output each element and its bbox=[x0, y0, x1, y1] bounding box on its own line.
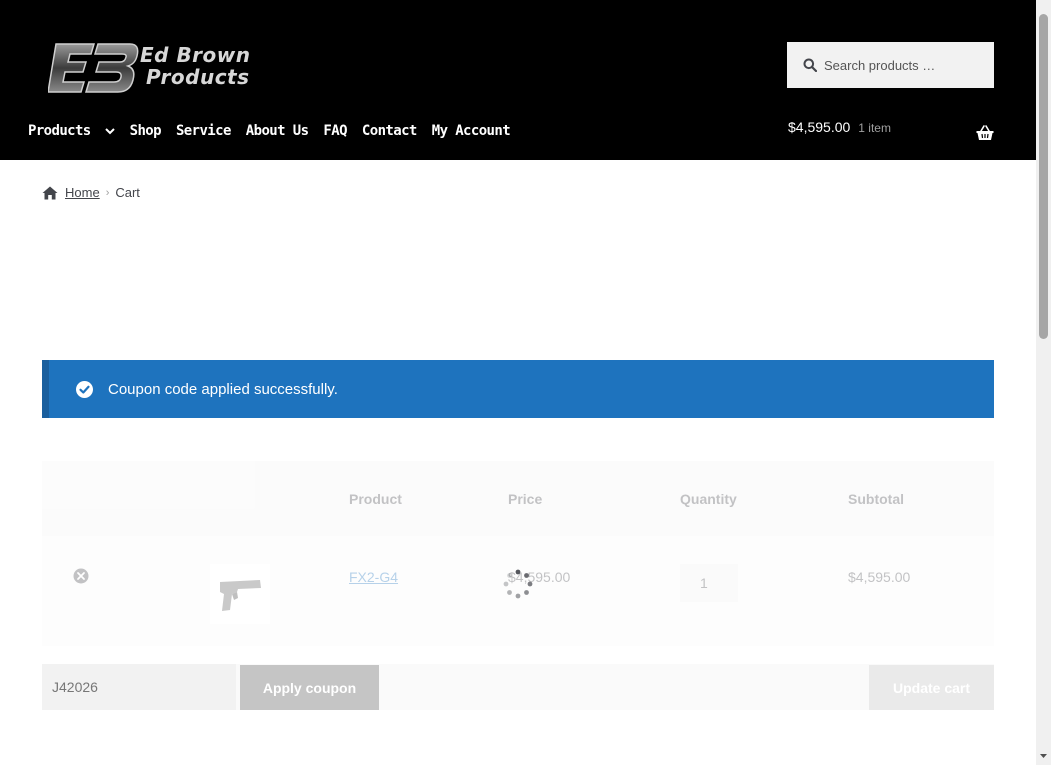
home-icon bbox=[42, 186, 58, 199]
nav-item-contact[interactable]: Contact bbox=[362, 123, 417, 139]
cart-table: Product Price Quantity Subtotal FX2-G4 $… bbox=[42, 461, 994, 646]
scroll-down-icon[interactable] bbox=[1039, 751, 1048, 760]
nav-item-faq[interactable]: FAQ bbox=[323, 123, 347, 139]
cart-table-header: Product Price Quantity Subtotal bbox=[42, 461, 994, 536]
logo-wordmark[interactable]: Ed Brown Products bbox=[140, 44, 251, 88]
product-subtotal: $4,595.00 bbox=[848, 569, 911, 585]
logo-line-2: Products bbox=[146, 65, 250, 89]
quantity-input[interactable] bbox=[680, 564, 738, 602]
product-thumbnail[interactable] bbox=[210, 564, 270, 624]
cart-actions: Apply coupon Update cart bbox=[42, 664, 994, 710]
apply-coupon-button[interactable]: Apply coupon bbox=[240, 665, 379, 710]
chevron-down-icon[interactable] bbox=[104, 126, 115, 136]
nav-item-service[interactable]: Service bbox=[176, 123, 231, 139]
search-icon bbox=[803, 58, 817, 72]
nav-item-my-account[interactable]: My Account bbox=[432, 123, 511, 139]
breadcrumb-separator: › bbox=[105, 186, 110, 199]
header-product: Product bbox=[349, 491, 402, 507]
nav-item-about-us[interactable]: About Us bbox=[246, 123, 309, 139]
breadcrumb: Home › Cart bbox=[42, 185, 140, 200]
site-header: Ed Brown Products Products Shop Service … bbox=[0, 0, 1036, 160]
cart-amount: $4,595.00 bbox=[788, 119, 851, 135]
remove-circle-icon[interactable] bbox=[73, 568, 89, 584]
search-input[interactable] bbox=[824, 57, 984, 73]
check-circle-icon bbox=[76, 380, 93, 398]
coupon-input[interactable] bbox=[42, 664, 236, 710]
success-notice: Coupon code applied successfully. bbox=[42, 360, 994, 418]
loading-spinner-icon bbox=[503, 569, 533, 599]
scrollbar[interactable] bbox=[1036, 0, 1051, 765]
nav-item-shop[interactable]: Shop bbox=[130, 123, 162, 139]
primary-nav: Products Shop Service About Us FAQ Conta… bbox=[28, 120, 525, 142]
header-price: Price bbox=[508, 491, 543, 507]
header-subtotal: Subtotal bbox=[848, 491, 904, 507]
breadcrumb-current: Cart bbox=[115, 185, 140, 200]
basket-icon[interactable] bbox=[976, 125, 994, 141]
scrollbar-thumb[interactable] bbox=[1039, 14, 1048, 339]
header-quantity: Quantity bbox=[680, 491, 737, 507]
nav-item-products[interactable]: Products bbox=[28, 123, 115, 139]
search-box[interactable] bbox=[787, 42, 994, 88]
notice-message: Coupon code applied successfully. bbox=[108, 380, 338, 398]
nav-label-products: Products bbox=[28, 123, 91, 139]
header-cart[interactable]: $4,595.00 1 item bbox=[788, 119, 891, 135]
update-cart-button[interactable]: Update cart bbox=[869, 665, 994, 710]
cart-count: 1 item bbox=[858, 121, 891, 135]
logo-line-1: Ed Brown bbox=[140, 43, 251, 67]
product-link[interactable]: FX2-G4 bbox=[349, 569, 398, 585]
breadcrumb-home-link[interactable]: Home bbox=[65, 185, 100, 200]
